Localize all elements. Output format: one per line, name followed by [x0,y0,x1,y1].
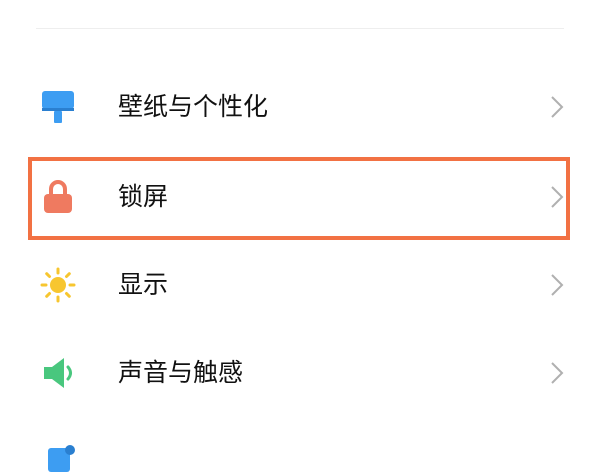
chevron-right-icon [546,272,568,298]
lock-icon [40,179,76,215]
settings-item-display[interactable]: 显示 [28,242,572,328]
settings-list: 壁纸与个性化 锁屏 显示 声音与触感 [0,0,600,472]
chevron-right-icon [546,360,568,386]
chevron-right-icon [546,184,568,210]
chevron-right-icon [546,94,568,120]
settings-item-wallpaper[interactable]: 壁纸与个性化 [28,64,572,150]
sun-icon [40,267,76,303]
settings-item-label: 壁纸与个性化 [118,92,269,121]
settings-item-partial[interactable] [28,422,572,472]
speaker-icon [40,355,76,391]
settings-item-label: 显示 [118,270,169,299]
settings-item-sound[interactable]: 声音与触感 [28,330,572,416]
wallpaper-icon [40,89,76,125]
settings-item-label: 声音与触感 [118,358,244,387]
settings-item-label: 锁屏 [118,182,169,211]
settings-item-lock-screen[interactable]: 锁屏 [28,154,572,240]
notification-icon [40,442,76,472]
